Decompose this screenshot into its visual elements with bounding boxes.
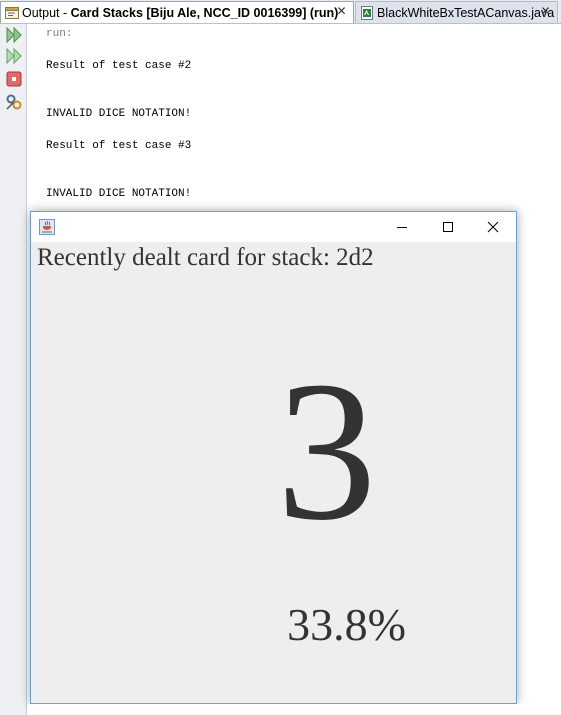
console-line-run: run: bbox=[46, 28, 73, 40]
card-canvas: Recently dealt card for stack: 2d2 3 33.… bbox=[31, 242, 516, 703]
tab-output-title: Card Stacks [Biju Ale, NCC_ID 0016399] (… bbox=[70, 5, 339, 20]
window-title-bar[interactable] bbox=[31, 212, 516, 242]
close-icon[interactable] bbox=[470, 212, 516, 242]
tab-output-prefix: Output - bbox=[22, 5, 71, 20]
dealt-card-value: 3 bbox=[276, 341, 377, 562]
console-line: Result of test case #2 bbox=[46, 60, 192, 72]
rerun-icon[interactable] bbox=[5, 26, 23, 44]
stack-heading: Recently dealt card for stack: 2d2 bbox=[37, 244, 374, 271]
maximize-icon[interactable] bbox=[425, 212, 471, 242]
output-console-icon bbox=[4, 5, 20, 21]
java-app-window: Recently dealt card for stack: 2d2 3 33.… bbox=[30, 211, 517, 704]
tab-java-file-label: BlackWhiteBxTestACanvas.java bbox=[377, 5, 555, 20]
console-line: INVALID DICE NOTATION! bbox=[46, 188, 192, 200]
tab-close-icon[interactable]: ✕ bbox=[539, 5, 552, 18]
settings-icon[interactable] bbox=[5, 93, 23, 111]
card-probability: 33.8% bbox=[287, 599, 406, 650]
rerun-with-options-icon[interactable] bbox=[5, 47, 23, 65]
console-bottom bbox=[28, 704, 561, 715]
output-toolbar bbox=[0, 24, 27, 715]
console-line: INVALID DICE NOTATION! bbox=[46, 108, 192, 120]
tab-output[interactable]: Output - Card Stacks [Biju Ale, NCC_ID 0… bbox=[0, 1, 354, 23]
java-coffee-icon bbox=[39, 219, 55, 235]
stop-icon[interactable] bbox=[5, 70, 23, 88]
minimize-icon[interactable] bbox=[379, 212, 425, 242]
console-line: Result of test case #3 bbox=[46, 140, 192, 152]
tab-java-file[interactable]: BlackWhiteBxTestACanvas.java ✕ bbox=[355, 1, 558, 23]
tab-close-icon[interactable]: ✕ bbox=[335, 5, 348, 18]
java-file-icon bbox=[359, 5, 375, 21]
editor-tab-strip: Output - Card Stacks [Biju Ale, NCC_ID 0… bbox=[0, 0, 561, 24]
